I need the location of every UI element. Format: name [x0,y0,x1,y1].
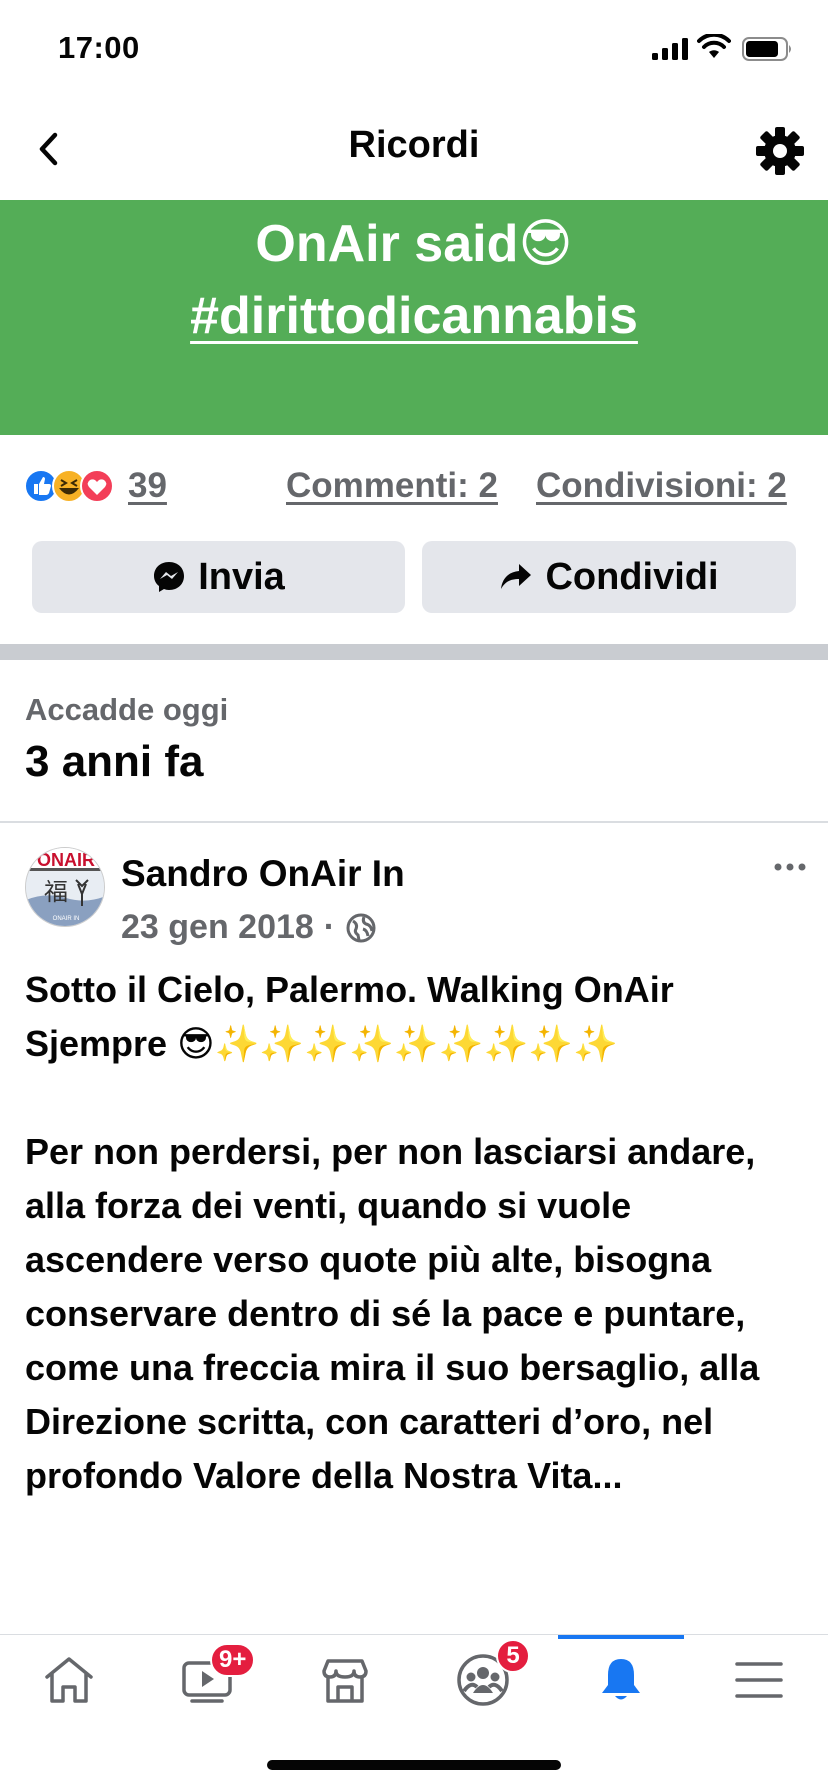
home-icon [45,1657,93,1703]
nav-notifications[interactable] [552,1635,690,1725]
divider [0,821,828,823]
nav-marketplace[interactable] [276,1635,414,1725]
post-meta: 23 gen 2018 · [121,908,377,947]
section-divider [0,644,828,660]
nav-watch[interactable]: 9+ [138,1635,276,1725]
share-arrow-icon [501,564,532,589]
svg-text:ONAIR: ONAIR [37,850,95,870]
meta-separator: · [323,908,336,946]
menu-icon [735,1662,783,1698]
shares-count-link[interactable]: Condivisioni: 2 [536,466,787,506]
reactions-row: 39 Commenti: 2 Condivisioni: 2 [0,458,828,518]
status-time: 17:00 [58,30,140,65]
messenger-icon [154,562,185,592]
post-text-paragraph: Per non perdersi, per non lasciarsi anda… [25,1131,760,1496]
bell-icon [602,1659,640,1700]
sunglasses-emoji: 😎 [518,215,573,273]
svg-text:ONAIR IN: ONAIR IN [53,916,80,922]
memory-post-card[interactable]: OnAir said😎 #dirittodicannabis [0,200,828,435]
nav-home[interactable] [0,1635,138,1725]
send-button[interactable]: Invia [32,541,405,613]
page-title: Ricordi [348,124,480,166]
share-label: Condividi [545,555,719,598]
signal-icon [652,38,688,60]
hashtag-line: #dirittodicannabis [0,286,828,346]
status-bar: 17:00 [0,0,828,100]
avatar[interactable]: ONAIR 福 ONAIR IN [25,847,105,927]
post-body: Sotto il Cielo, Palermo. Walking OnAir S… [25,963,815,1503]
reaction-icons[interactable] [24,467,122,505]
nav-groups[interactable]: 5 [414,1635,552,1725]
avatar-image: ONAIR 福 ONAIR IN [26,848,104,926]
groups-notification-badge: 5 [496,1639,530,1673]
hashtag-link[interactable]: #dirittodicannabis [190,287,638,345]
post-text-line: Sjempre 😎✨✨✨✨✨✨✨✨✨ [25,1023,619,1064]
gear-icon[interactable] [754,125,806,177]
memory-label: Accadde oggi [25,692,229,727]
battery-icon [742,37,791,61]
watch-notification-badge: 9+ [210,1643,256,1677]
post-headline: OnAir said😎 [255,215,573,273]
memory-years-ago: 3 anni fa [25,737,204,786]
love-reaction-icon [80,469,114,503]
author-name[interactable]: Sandro OnAir In [121,853,405,895]
post-date[interactable]: 23 gen 2018 [121,908,314,947]
svg-text:福: 福 [44,878,68,906]
globe-icon [346,913,376,942]
wifi-icon [697,34,731,58]
home-indicator [267,1760,561,1770]
send-label: Invia [198,555,285,598]
share-button[interactable]: Condividi [422,541,796,613]
nav-menu[interactable] [690,1635,828,1725]
post-text-line: Sotto il Cielo, Palermo. Walking OnAir [25,969,674,1010]
top-header: Ricordi [0,100,828,200]
more-options-icon[interactable] [770,852,810,882]
comments-count-link[interactable]: Commenti: 2 [286,466,498,506]
marketplace-icon [322,1659,368,1703]
reaction-count[interactable]: 39 [128,466,167,506]
